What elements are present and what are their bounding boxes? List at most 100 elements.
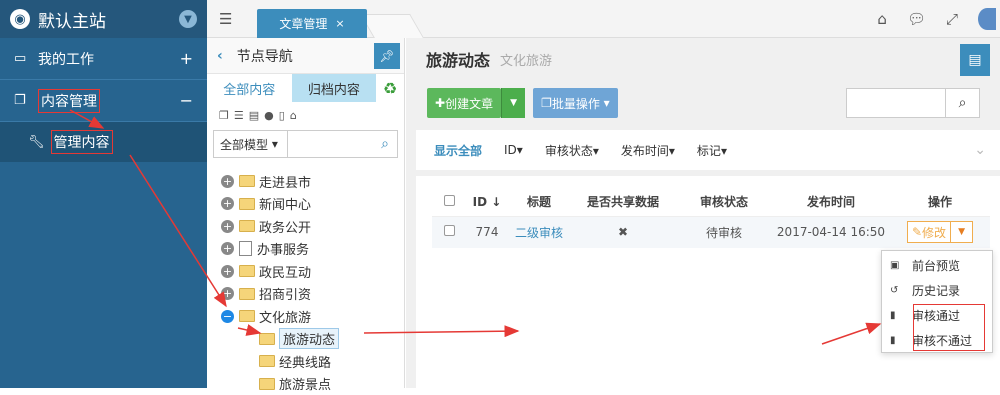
sidebar-item-content-management[interactable]: ❐ 内容管理 − [0,80,207,122]
filter-label: 标记 [697,144,721,158]
filter-id[interactable]: ID▾ [504,143,523,157]
expand-icon[interactable]: + [180,49,193,68]
article-table: ID ↓ 标题 是否共享数据 审核状态 发布时间 操作 774 二级审核 ✖ 待… [432,188,990,248]
tab-all-content[interactable]: 全部内容 [207,74,292,102]
folder-icon [259,333,275,345]
home-icon[interactable]: ⌂ [290,109,297,122]
folder-icon [239,220,255,232]
edit-label: 修改 [922,224,946,241]
expand-icon[interactable]: + [221,175,234,188]
tree-node[interactable]: +政务公开 [221,215,404,238]
card-icon[interactable]: ▤ [249,109,259,122]
chevron-down-icon[interactable]: ▼ [179,10,197,28]
folder-icon [239,310,255,322]
pin-icon[interactable]: 📌︎ [374,43,400,69]
sidebar-subitem-manage-content[interactable]: 🔧︎ 管理内容 [0,122,207,162]
filter-publish-time[interactable]: 发布时间▾ [621,142,675,159]
collapse-icon[interactable]: − [180,91,193,110]
cell-publish-time: 2017-04-14 16:50 [772,216,890,248]
create-article-button[interactable]: ✚创建文章 [427,88,501,118]
edit-button[interactable]: ✎修改 [907,221,951,243]
close-icon[interactable]: × [335,17,344,30]
tree-node[interactable]: + 政民互动 [221,260,404,283]
tree-node-label: 政民互动 [259,262,311,281]
search-icon[interactable]: ⌕ [373,131,397,157]
laptop-icon: ▭ [14,51,30,66]
table-row: 774 二级审核 ✖ 待审核 2017-04-14 16:50 ✎修改▼ [432,216,990,248]
tree-node-label: 走进县市 [259,172,311,191]
folder-icon [239,265,255,277]
expand-icon[interactable]: + [221,220,234,233]
tree-node-child[interactable]: 旅游景点 [221,373,404,395]
filter-show-all[interactable]: 显示全部 [434,142,482,159]
home-icon[interactable]: ⌂ [877,10,887,28]
column-header-actions: 操作 [890,188,990,216]
expand-icon[interactable]: + [221,242,234,255]
wrench-icon: 🔧︎ [28,135,45,150]
menu-item-preview[interactable]: ▣前台预览 [882,253,992,278]
tree-node[interactable]: + 走进县市 [221,170,404,193]
node-navigation-panel: ‹ 节点导航 📌︎ 全部内容 归档内容 ♻ ❐ ☰ ▤ ● ▯ ⌂ 全部模型 ▾… [207,38,405,388]
shared-status-icon: ✖ [570,216,676,248]
node-search-input[interactable] [288,131,373,157]
globe-icon: ◉ [10,9,30,29]
plus-icon: ✚ [435,96,445,110]
menu-toggle-icon[interactable]: ☰ [219,10,232,28]
action-dropdown-caret[interactable]: ▼ [951,221,973,243]
filter-mark[interactable]: 标记▾ [697,142,727,159]
file-icon[interactable]: ▯ [279,109,285,122]
chevron-down-icon[interactable]: ⌄ [974,142,986,158]
filter-audit-status[interactable]: 审核状态▾ [545,142,599,159]
tree-node[interactable]: +新闻中心 [221,193,404,216]
cell-id: 774 [466,216,508,248]
page-subtitle: 文化旅游 [500,50,552,69]
node-tree: + 走进县市 +新闻中心 +政务公开 +办事服务 + 政民互动 +招商引资 −文化旅… [207,160,404,395]
site-selector[interactable]: ◉ 默认主站 ▼ [0,0,207,38]
folder-icon [259,355,275,367]
expand-icon[interactable]: + [221,287,234,300]
column-header-audit-status: 审核状态 [676,188,772,216]
search-input[interactable] [846,88,946,118]
sidebar: ◉ 默认主站 ▼ ▭ 我的工作 + ❐ 内容管理 − 🔧︎ 管理内容 [0,0,207,388]
filter-label: ID [504,143,517,157]
site-name: 默认主站 [38,7,106,32]
tab-article-management[interactable]: 文章管理 × [257,9,367,38]
batch-operation-button[interactable]: ❐批量操作 ▾ [533,88,618,118]
list-icon[interactable]: ☰ [234,109,244,122]
create-article-label: 创建文章 [445,95,493,112]
collapse-icon[interactable]: − [221,310,234,323]
chat-icon[interactable]: 💬︎ [907,10,926,28]
sidebar-item-my-work[interactable]: ▭ 我的工作 + [0,38,207,80]
tree-node[interactable]: −文化旅游 [221,305,404,328]
row-checkbox[interactable] [444,225,455,236]
tree-node-child[interactable]: 旅游动态 [221,328,404,351]
preview-icon: ▣ [890,260,912,271]
tree-node-label: 经典线路 [279,352,331,371]
tree-node-child[interactable]: 经典线路 [221,350,404,373]
select-all-checkbox[interactable] [444,195,455,206]
chevron-left-icon[interactable]: ‹ [217,48,223,64]
globe-icon[interactable]: ● [264,109,274,122]
column-header-title: 标题 [508,188,570,216]
model-select[interactable]: 全部模型 ▾ [214,131,288,157]
recycle-icon[interactable]: ♻ [376,74,404,102]
document-icon[interactable]: ▤ [960,44,990,76]
tree-node-label: 旅游动态 [279,328,339,349]
tab-archived-content[interactable]: 归档内容 [292,74,377,102]
create-article-dropdown-caret[interactable]: ▼ [501,88,525,118]
panel-title: 节点导航 [237,46,293,66]
expand-icon[interactable]: + [221,265,234,278]
menu-item-history[interactable]: ↺历史记录 [882,278,992,303]
sidebar-subitem-label: 管理内容 [51,130,113,154]
expand-icon[interactable]: ⤢ [946,10,958,28]
tree-node[interactable]: +招商引资 [221,283,404,306]
column-header-id[interactable]: ID ↓ [466,188,508,216]
cell-audit-status: 待审核 [676,216,772,248]
avatar[interactable] [978,8,996,30]
column-header-shared: 是否共享数据 [570,188,676,216]
search-icon[interactable]: ⌕ [946,88,980,118]
copy-icon[interactable]: ❐ [219,109,229,122]
article-title-link[interactable]: 二级审核 [515,226,563,240]
tree-node[interactable]: +办事服务 [221,238,404,261]
expand-icon[interactable]: + [221,197,234,210]
